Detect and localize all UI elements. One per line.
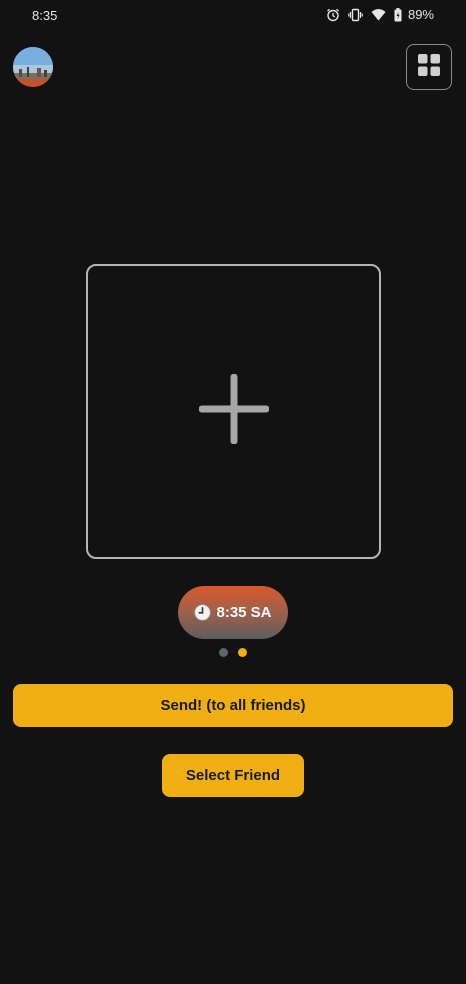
status-icons: 89% [326, 7, 434, 22]
plus-icon [198, 373, 269, 449]
add-photo-frame[interactable] [86, 264, 381, 559]
avatar-image [13, 47, 53, 87]
page-dot[interactable] [219, 648, 228, 657]
grid-menu-button[interactable] [406, 44, 452, 90]
clock-icon [194, 604, 212, 621]
alarm-icon [326, 8, 340, 22]
vibrate-icon [348, 8, 363, 22]
status-bar: 8:35 89% [0, 0, 466, 32]
select-friend-button[interactable]: Select Friend [162, 754, 304, 797]
battery-icon [394, 7, 402, 22]
page-indicator [219, 648, 247, 657]
status-time: 8:35 [32, 8, 58, 23]
grid-icon [418, 53, 440, 81]
time-pill-label: 8:35 SA [216, 604, 272, 621]
time-pill[interactable]: 8:35 SA [178, 586, 288, 639]
battery-percent: 89% [407, 7, 434, 22]
page-dot-active[interactable] [238, 648, 247, 657]
send-to-all-button[interactable]: Send! (to all friends) [13, 684, 453, 727]
wifi-icon [371, 8, 386, 21]
app-screen: 8:35 89% 8:35 SA Send! (to all friends) … [0, 0, 466, 984]
profile-avatar[interactable] [13, 47, 53, 87]
